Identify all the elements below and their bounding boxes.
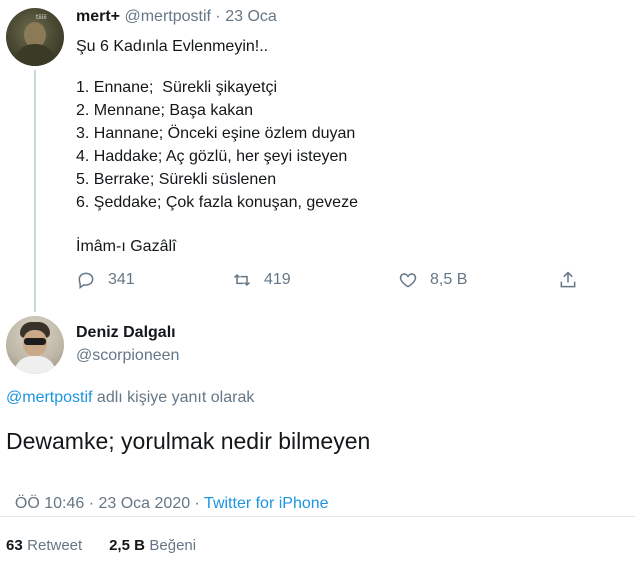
share-action[interactable] — [558, 270, 578, 290]
parent-title: Şu 6 Kadınla Evlenmeyin!.. — [76, 38, 269, 55]
like-stat-label: Beğeni — [149, 537, 197, 554]
replying-to: @mertpostif adlı kişiye yanıt olarak — [6, 389, 254, 407]
like-count: 8,5 B — [430, 271, 468, 288]
stats-row: 63 Retweet 2,5 B Beğeni — [6, 537, 196, 555]
reply-display-name[interactable]: Deniz Dalgalı — [76, 324, 176, 342]
tweet-meta: ÖÖ 10:46 · 23 Oca 2020 · Twitter for iPh… — [6, 477, 329, 513]
retweet-stat-number: 63 — [6, 537, 23, 554]
divider — [0, 516, 635, 517]
parent-header: mert+ @mertpostif · 23 Oca — [76, 8, 277, 26]
list-item: 6. Şeddake; Çok fazla konuşan, geveze — [76, 194, 358, 211]
list-item: 1. Ennane; Sürekli şikayetçi — [76, 79, 277, 96]
signature: İmâm-ı Gazâlî — [76, 238, 177, 255]
likes-stat[interactable]: 2,5 B Beğeni — [109, 537, 196, 554]
replying-to-text: adlı kişiye yanıt olarak — [92, 389, 255, 406]
heart-icon — [399, 273, 417, 288]
reply-handle[interactable]: @scorpioneen — [76, 347, 179, 365]
retweet-action[interactable]: 419 — [232, 270, 291, 290]
retweet-stat-label: Retweet — [27, 537, 83, 554]
reply-avatar[interactable] — [6, 316, 64, 374]
list-item: 2. Mennane; Başa kakan — [76, 102, 254, 119]
tweet-timestamp[interactable]: ÖÖ 10:46 · 23 Oca 2020 · — [15, 495, 204, 512]
reply-text: Dewamke; yorulmak nedir bilmeyen — [6, 428, 371, 454]
share-icon — [560, 271, 576, 288]
thread-line — [34, 70, 36, 312]
retweet-count: 419 — [264, 271, 291, 288]
separator-dot: · — [215, 8, 221, 25]
like-action[interactable]: 8,5 B — [398, 270, 467, 290]
reply-count: 341 — [108, 271, 135, 288]
reply-action[interactable]: 341 — [76, 270, 135, 290]
retweet-icon — [233, 273, 251, 287]
tweet-source[interactable]: Twitter for iPhone — [204, 495, 329, 512]
parent-avatar[interactable]: tiiiii — [6, 8, 64, 66]
list-item: 5. Berrake; Sürekli süslenen — [76, 171, 277, 188]
parent-handle[interactable]: @mertpostif — [124, 8, 210, 25]
like-stat-number: 2,5 B — [109, 537, 145, 554]
list-item: 4. Haddake; Aç gözlü, her şeyi isteyen — [76, 148, 348, 165]
retweets-stat[interactable]: 63 Retweet — [6, 537, 87, 554]
parent-date[interactable]: 23 Oca — [225, 8, 277, 25]
replying-to-handle[interactable]: @mertpostif — [6, 389, 92, 406]
reply-icon — [78, 272, 94, 289]
list-item: 3. Hannane; Önceki eşine özlem duyan — [76, 125, 356, 142]
parent-display-name[interactable]: mert+ — [76, 8, 120, 25]
